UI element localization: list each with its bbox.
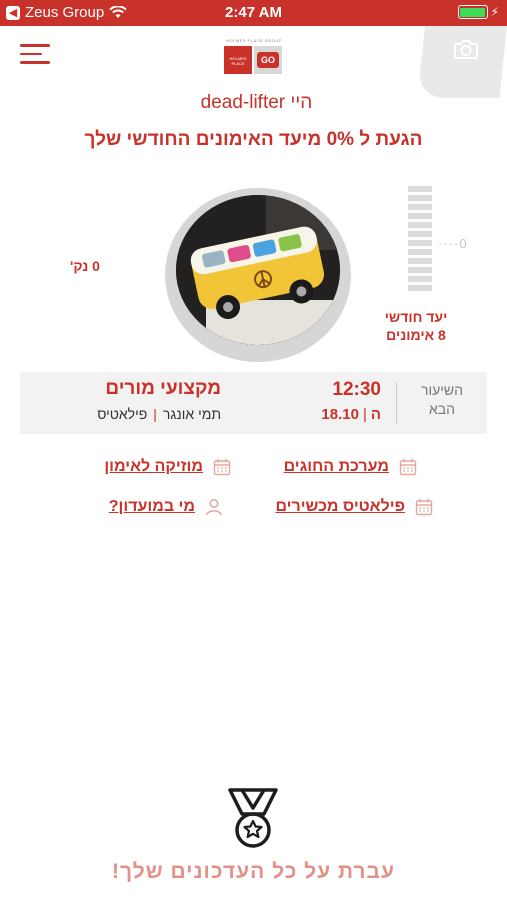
user-name: dead-lifter [200,92,286,113]
status-bar: ◀ Zeus Group 2:47 AM ⚡ [0,0,507,26]
goal-current-marker: ····0 [438,236,468,251]
pilates-equipment-link[interactable]: פילאטיס מכשירים [275,498,433,516]
next-class-date: ה|18.10 [321,406,381,423]
divider [396,382,397,424]
points-value: 0 נק' [70,258,100,274]
calendar-icon [415,499,433,516]
workout-music-link[interactable]: מוזיקה לאימון [104,458,231,476]
status-time: 2:47 AM [225,4,282,21]
next-class-label: השיעור הבא [421,382,463,417]
all-updates-read-message[interactable]: עברת על כל העדכונים שלך! [0,860,507,884]
class-category: פילאטיס [97,406,148,422]
status-right: ⚡ [457,5,499,19]
monthly-goal-bar [408,186,434,294]
avatar[interactable] [176,195,340,345]
hamburger-menu-icon[interactable] [20,44,50,66]
holmes-place-go-logo: HOLMES PLACE GROUP HOLMES PLACE GO [224,38,284,78]
monthly-progress-title: הגעת ל 0% מיעד האימונים החודשי שלך [84,129,423,150]
monthly-goal-label: יעד חודשי 8 אימונים [384,309,448,343]
person-icon [206,498,222,516]
app-header: HOLMES PLACE GROUP HOLMES PLACE GO [0,26,507,98]
battery-icon [457,5,488,19]
calendar-icon [213,459,231,476]
next-class-time: 12:30 [332,379,381,400]
next-class-details: תמי אונגר|פילאטיס [97,406,221,422]
camera-tab[interactable] [417,26,507,98]
who-is-in-club-link[interactable]: מי במועדון? [109,498,223,516]
greeting: dead-lifter היי [0,92,507,114]
avatar-photo [176,195,340,345]
next-class-title: מקצועי מורים [105,378,221,399]
instructor-name: תמי אונגר [162,406,221,422]
calendar-icon [399,459,417,476]
next-class-card[interactable]: השיעור הבא 12:30 ה|18.10 מקצועי מורים תמ… [20,372,487,434]
greeting-prefix: היי [290,92,313,113]
medal-icon [228,788,278,848]
class-schedule-link[interactable]: מערכת החוגים [284,458,417,476]
camera-icon[interactable] [453,38,479,60]
charging-icon: ⚡ [490,5,499,19]
